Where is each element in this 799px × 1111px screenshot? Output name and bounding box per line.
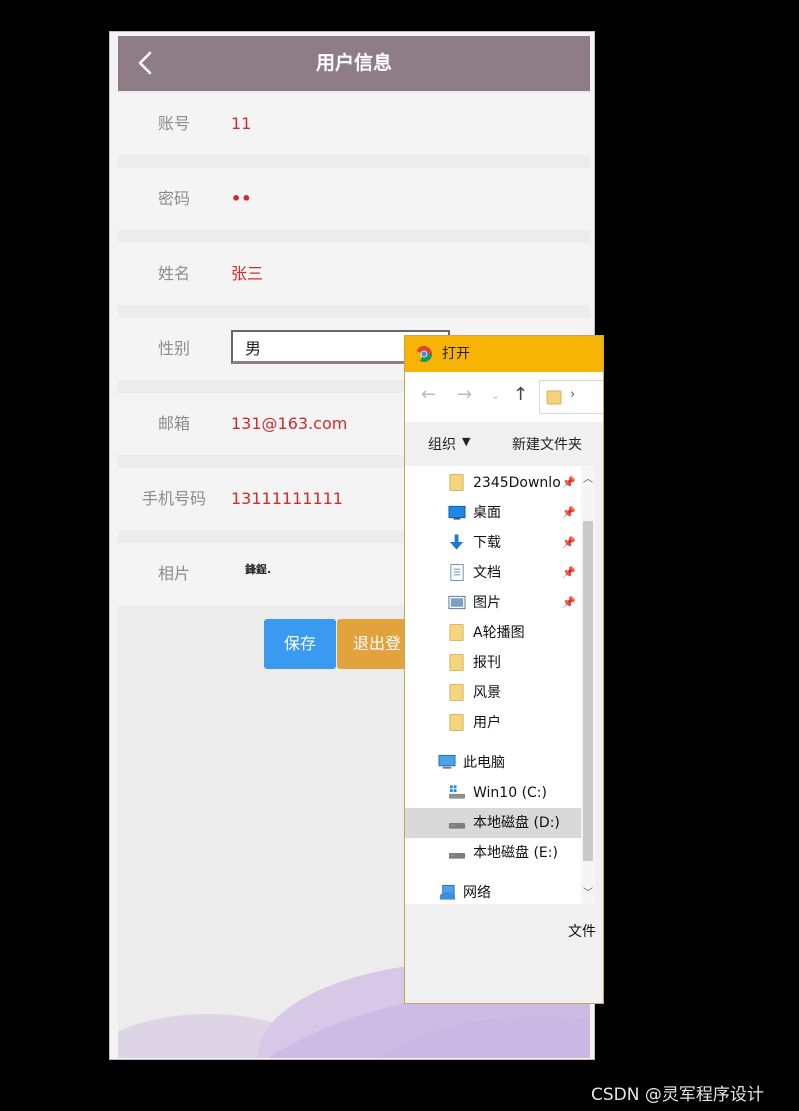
tree-item-label: 下载 [473, 535, 501, 551]
tree-item-label: A轮播图 [473, 625, 525, 641]
desktop-icon [448, 505, 466, 520]
password-label: 密码 [157, 189, 190, 208]
filename-label: 文件 [568, 924, 596, 940]
forward-arrow-icon[interactable]: → [457, 384, 472, 405]
tree-item[interactable]: 图片 📌 [405, 588, 581, 618]
drive-icon [448, 852, 466, 859]
password-row: 密码 •• [118, 168, 590, 230]
organize-menu[interactable]: 组织 [428, 434, 456, 454]
folder-icon [546, 390, 562, 405]
tree-item-label: 本地磁盘 (D:) [473, 815, 560, 831]
tree-item[interactable]: 本地磁盘 (E:) [405, 838, 581, 868]
account-row: 账号 11 [118, 93, 590, 155]
dialog-titlebar: 打开 [405, 336, 603, 372]
tree-item[interactable]: 报刊 [405, 648, 581, 678]
recent-dropdown-icon[interactable]: ⌄ [491, 389, 500, 402]
photo-label: 相片 [157, 564, 190, 583]
tree-item-label: Win10 (C:) [473, 785, 547, 801]
email-value[interactable]: 131@163.com [231, 393, 347, 455]
pin-icon: 📌 [562, 566, 576, 579]
tree-item[interactable]: 用户 [405, 708, 581, 738]
chrome-icon [416, 346, 432, 362]
folder-icon [449, 653, 464, 672]
back-arrow-icon[interactable]: ← [421, 384, 436, 405]
folder-icon [449, 473, 464, 492]
phone-value[interactable]: 13111111111 [231, 468, 343, 530]
up-arrow-icon[interactable]: ↑ [513, 384, 528, 405]
pin-icon: 📌 [562, 506, 576, 519]
tree-item-label: 用户 [473, 715, 501, 731]
scroll-down-icon[interactable]: ﹀ [583, 884, 593, 899]
tree-item[interactable]: Win10 (C:) [405, 778, 581, 808]
tree-item[interactable]: 风景 [405, 678, 581, 708]
tree-item[interactable]: 此电脑 [405, 748, 581, 778]
dialog-toolbar: 组织 ▼ 新建文件夹 [405, 422, 603, 466]
scroll-up-icon[interactable]: ︿ [583, 470, 593, 485]
save-button[interactable]: 保存 [264, 619, 336, 669]
phone-label: 手机号码 [141, 489, 206, 508]
tree-item-label: 此电脑 [463, 755, 505, 771]
pin-icon: 📌 [562, 536, 576, 549]
address-bar[interactable]: › [539, 380, 603, 414]
pin-icon: 📌 [562, 596, 576, 609]
dialog-navbar: ← → ⌄ ↑ › [405, 372, 603, 422]
gender-label: 性别 [157, 339, 190, 358]
picture-icon [448, 595, 466, 610]
address-crumb: › [570, 387, 576, 402]
tree-item-label: 风景 [473, 685, 501, 701]
name-label: 姓名 [157, 264, 190, 283]
folder-icon [449, 683, 464, 702]
password-value[interactable]: •• [231, 168, 251, 230]
tree-item[interactable]: 网络 [405, 878, 581, 908]
app-header: 用户信息 [118, 36, 590, 91]
caret-down-icon: ▼ [462, 435, 471, 448]
photo-upload[interactable]: 鋒鋥. [245, 561, 271, 577]
tree-item-label: 图片 [473, 595, 501, 611]
pin-icon: 📌 [562, 476, 576, 489]
tree-scrollbar[interactable]: ︿ ﹀ [581, 466, 595, 904]
open-file-dialog: 打开 ← → ⌄ ↑ › 组织 ▼ 新建文件夹 2345Downlo 📌 桌面 📌 下载… [404, 335, 604, 1004]
account-label: 账号 [157, 114, 190, 133]
computer-icon [438, 754, 456, 769]
tree-item[interactable]: 下载 📌 [405, 528, 581, 558]
tree-item-label: 本地磁盘 (E:) [473, 845, 558, 861]
tree-item-label: 报刊 [473, 655, 501, 671]
folder-icon [449, 713, 464, 732]
navigation-tree: 2345Downlo 📌 桌面 📌 下载 📌 文档 📌 图片 📌 A轮播图 报刊 风景 用户 此电脑 Win1… [405, 466, 581, 904]
tree-item-label: 网络 [463, 885, 491, 901]
windows-drive-icon [448, 785, 466, 799]
network-icon [439, 884, 456, 900]
tree-item-label: 2345Downlo [473, 475, 561, 491]
folder-icon [449, 623, 464, 642]
name-value[interactable]: 张三 [231, 243, 263, 305]
tree-item[interactable]: A轮播图 [405, 618, 581, 648]
watermark: CSDN @灵军程序设计 [591, 1085, 764, 1105]
tree-item-label: 文档 [473, 565, 501, 581]
tree-item[interactable]: 本地磁盘 (D:) [405, 808, 581, 838]
tree-item[interactable]: 桌面 📌 [405, 498, 581, 528]
scrollbar-thumb[interactable] [583, 521, 593, 861]
download-icon [449, 534, 464, 550]
dialog-title: 打开 [442, 346, 470, 362]
document-icon [450, 563, 464, 582]
account-value[interactable]: 11 [231, 93, 251, 155]
drive-icon [448, 822, 466, 829]
email-label: 邮箱 [157, 414, 190, 433]
tree-item[interactable]: 2345Downlo 📌 [405, 468, 581, 498]
tree-item[interactable]: 文档 📌 [405, 558, 581, 588]
name-row: 姓名 张三 [118, 243, 590, 305]
new-folder-button[interactable]: 新建文件夹 [512, 434, 582, 454]
page-title: 用户信息 [315, 52, 392, 74]
tree-item-label: 桌面 [473, 505, 501, 521]
